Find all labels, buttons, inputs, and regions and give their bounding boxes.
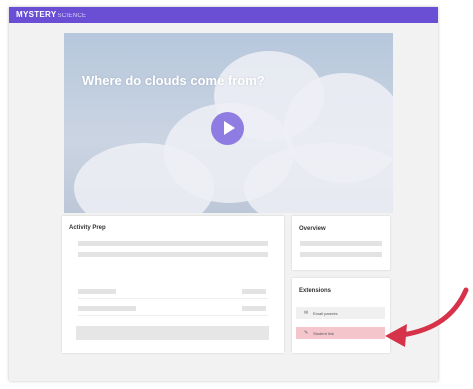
arrow-head — [385, 324, 407, 347]
arrow-shaft — [399, 287, 469, 338]
pointer-arrow — [385, 287, 469, 347]
